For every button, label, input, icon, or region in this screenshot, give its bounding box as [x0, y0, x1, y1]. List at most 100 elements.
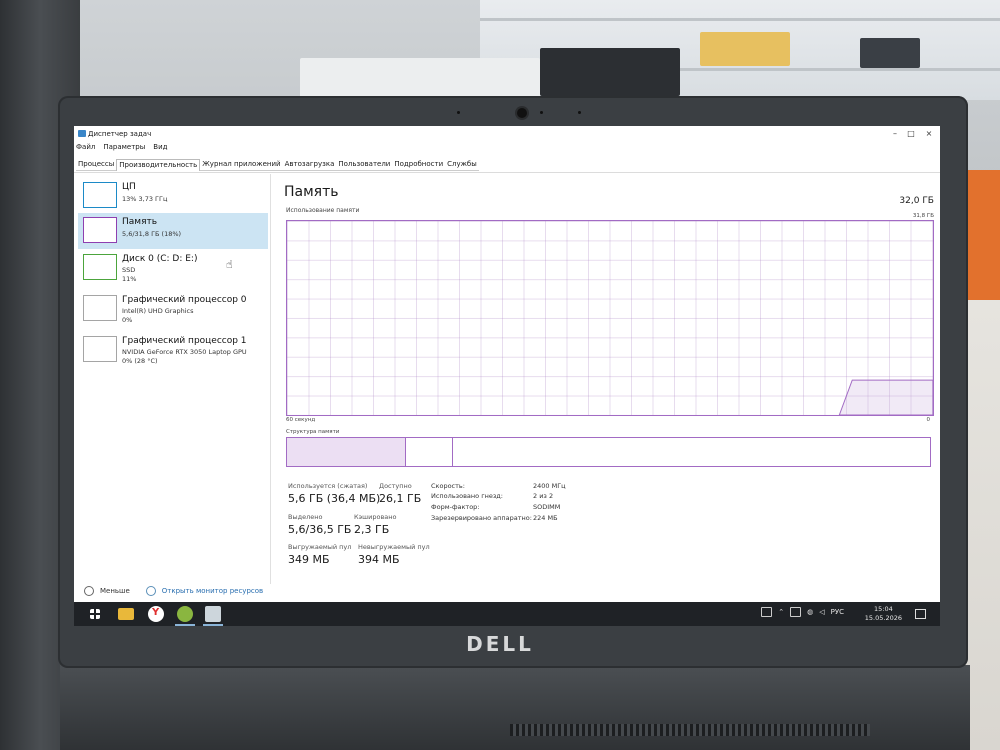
shelf-box — [860, 38, 920, 68]
network-icon[interactable]: ◍ — [807, 608, 813, 616]
stat-label: Невыгружаемый пул — [358, 543, 430, 551]
resource-cpu[interactable]: ЦП 13% 3,73 ГГц — [78, 178, 268, 214]
resource-gpu1[interactable]: Графический процессор 1 NVIDIA GeForce R… — [78, 332, 268, 368]
open-resource-monitor-link[interactable]: Открыть монитор ресурсов — [162, 587, 263, 595]
gpu0-thumbnail — [83, 295, 117, 321]
tab-performance[interactable]: Производительность — [116, 159, 201, 171]
chevron-up-icon[interactable]: ⌃ — [778, 608, 784, 616]
stat-label: Доступно — [379, 482, 412, 490]
close-button[interactable]: × — [922, 129, 936, 138]
stat-committed: Выделено 5,6/36,5 ГБ — [288, 513, 351, 536]
yandex-browser-icon[interactable] — [148, 606, 164, 622]
resource-gpu0[interactable]: Графический процессор 0 Intel(R) UHD Gra… — [78, 291, 268, 327]
resource-detail: 13% 3,73 ГГц — [122, 195, 168, 203]
resource-detail: 0% (28 °C) — [122, 357, 158, 365]
cpu-thumbnail — [83, 182, 117, 208]
taskbar: ⌃ ◍ ◁ РУС 15:04 15.05.2026 — [74, 602, 940, 626]
disk-thumbnail — [83, 254, 117, 280]
tab-users[interactable]: Пользователи — [336, 159, 393, 171]
clock-date: 15.05.2026 — [864, 614, 902, 622]
running-indicator — [175, 624, 195, 626]
clock-time: 15:04 — [874, 605, 893, 613]
graph-x-left-label: 60 секунд — [286, 417, 316, 423]
prop-reserved-key: Зарезервировано аппаратно: — [431, 514, 532, 522]
prop-form-factor-key: Форм-фактор: — [431, 503, 480, 511]
resource-disk[interactable]: Диск 0 (C: D: E:) SSD 11% — [78, 250, 268, 286]
memory-composition-bar — [286, 437, 931, 467]
resource-title: ЦП — [122, 182, 136, 192]
memory-total: 32,0 ГБ — [899, 196, 934, 206]
memory-thumbnail — [83, 217, 117, 243]
memory-title: Память — [284, 184, 339, 200]
stat-label: Выгружаемый пул — [288, 543, 352, 551]
usage-area — [838, 379, 933, 415]
language-indicator[interactable]: РУС — [831, 608, 844, 616]
battery-icon[interactable] — [790, 607, 802, 617]
prop-slots-key: Использовано гнезд: — [431, 492, 503, 500]
prop-reserved-value: 224 МБ — [533, 514, 558, 522]
sensor-dot — [578, 111, 581, 114]
stat-label: Кэшировано — [354, 513, 397, 521]
app-icon[interactable] — [177, 606, 193, 622]
sensor-dot — [457, 111, 460, 114]
tab-startup[interactable]: Автозагрузка — [282, 159, 337, 171]
system-tray: ⌃ ◍ ◁ РУС — [761, 607, 844, 617]
minimize-button[interactable]: – — [888, 129, 902, 138]
stat-value: 2,3 ГБ — [354, 523, 390, 536]
notifications-icon[interactable] — [915, 609, 926, 619]
tab-processes[interactable]: Процессы — [76, 159, 117, 171]
volume-icon[interactable]: ◁ — [819, 608, 824, 616]
memory-composition-label: Структура памяти — [286, 429, 340, 435]
memory-usage-graph — [286, 220, 934, 416]
resource-detail: NVIDIA GeForce RTX 3050 Laptop GPU — [122, 348, 247, 356]
windows-start-icon[interactable] — [90, 609, 100, 619]
usage-graph-svg — [838, 379, 933, 415]
shelf-line — [660, 68, 1000, 71]
laptop-base — [60, 665, 970, 750]
usage-graph-label: Использование памяти — [286, 207, 360, 214]
task-manager-icon — [78, 130, 86, 137]
usage-graph-max: 31,8 ГБ — [912, 213, 934, 219]
resource-list: ЦП 13% 3,73 ГГц Память 5,6/31,8 ГБ (18%)… — [74, 174, 271, 584]
tab-details[interactable]: Подробности — [392, 159, 446, 171]
stat-value: 5,6/36,5 ГБ — [288, 523, 352, 536]
maximize-button[interactable]: □ — [904, 129, 918, 138]
shelf-box — [540, 48, 680, 96]
tab-strip: Процессы Производительность Журнал прило… — [76, 159, 479, 171]
resource-title: Диск 0 (C: D: E:) — [122, 254, 198, 264]
gpu1-thumbnail — [83, 336, 117, 362]
menu-view[interactable]: Вид — [153, 143, 167, 155]
resource-detail: 0% — [122, 316, 133, 324]
running-indicator — [203, 624, 223, 626]
stat-value: 5,6 ГБ (36,4 МБ) — [288, 492, 381, 505]
menu-file[interactable]: Файл — [76, 143, 95, 155]
prop-slots-value: 2 из 2 — [533, 492, 554, 500]
stat-value: 349 МБ — [288, 553, 330, 566]
resource-monitor-icon — [145, 586, 156, 596]
keyboard-icon[interactable] — [761, 607, 773, 617]
tab-services[interactable]: Службы — [445, 159, 479, 171]
resource-detail: 11% — [122, 275, 137, 283]
stat-in-use: Используется (сжатая) 5,6 ГБ (36,4 МБ) — [288, 482, 380, 505]
resource-title: Графический процессор 1 — [122, 336, 247, 346]
tab-app-history[interactable]: Журнал приложений — [200, 159, 283, 171]
shelf-box — [700, 32, 790, 66]
task-manager-taskbar-icon[interactable] — [205, 606, 221, 622]
webcam — [517, 108, 527, 118]
chevron-up-icon[interactable] — [84, 586, 94, 596]
resource-detail: Intel(R) UHD Graphics — [122, 307, 194, 315]
menu-options[interactable]: Параметры — [103, 143, 145, 155]
clock[interactable]: 15:04 15.05.2026 — [865, 605, 902, 623]
prop-form-factor-value: SODIMM — [533, 503, 561, 511]
fewer-details-button[interactable]: Меньше — [100, 587, 130, 595]
stat-cached: Кэшировано 2,3 ГБ — [354, 513, 397, 536]
resource-detail: 5,6/31,8 ГБ (18%) — [122, 230, 182, 238]
title-bar: Диспетчер задач – □ × — [74, 126, 940, 142]
stat-value: 394 МБ — [358, 553, 400, 566]
resource-title: Память — [122, 217, 158, 227]
resource-memory[interactable]: Память 5,6/31,8 ГБ (18%) ☝ — [78, 213, 268, 271]
resource-detail: SSD — [122, 266, 136, 274]
file-explorer-icon[interactable] — [118, 608, 134, 620]
laptop-vent — [510, 724, 870, 736]
stat-value: 26,1 ГБ — [379, 492, 422, 505]
